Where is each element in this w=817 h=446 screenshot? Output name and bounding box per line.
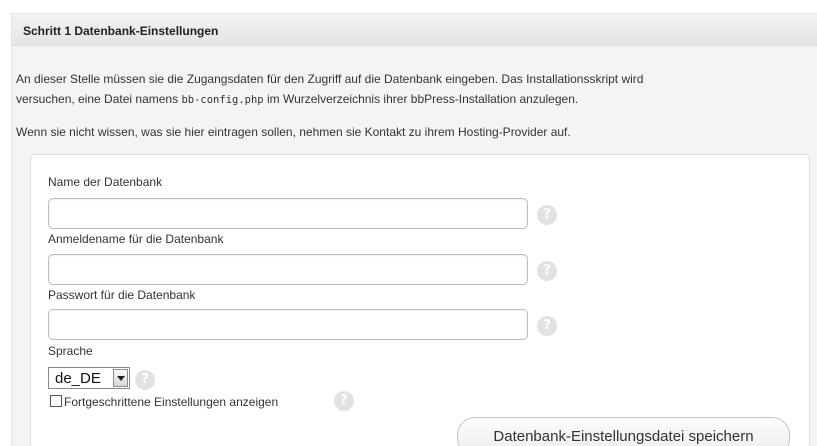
db-password-input[interactable] <box>48 309 528 340</box>
language-select[interactable]: de_DE <box>48 367 130 389</box>
help-icon[interactable]: ? <box>537 205 557 225</box>
intro-paragraph-2: Wenn sie nicht wissen, was sie hier eint… <box>16 125 571 139</box>
db-password-label: Passwort für die Datenbank <box>48 288 196 302</box>
help-icon[interactable]: ? <box>537 261 557 281</box>
db-name-input[interactable] <box>48 198 528 229</box>
help-icon[interactable]: ? <box>537 316 557 336</box>
db-user-input[interactable] <box>48 254 528 285</box>
panel-title: Schritt 1 Datenbank-Einstellungen <box>23 24 219 38</box>
save-config-button[interactable]: Datenbank-Einstellungsdatei speichern <box>457 417 790 446</box>
db-user-label: Anmeldename für die Datenbank <box>48 232 224 246</box>
intro-line-2-start: versuchen, eine Datei namens <box>16 92 182 106</box>
config-filename: bb-config.php <box>181 94 264 106</box>
intro-line-1: An dieser Stelle müssen sie die Zugangsd… <box>16 72 644 86</box>
db-name-label: Name der Datenbank <box>48 175 163 189</box>
intro-text: An dieser Stelle müssen sie die Zugangsd… <box>16 69 796 110</box>
advanced-settings-checkbox[interactable] <box>50 395 62 407</box>
intro-line-2-end: im Wurzelverzeichnis ihrer bbPress-Insta… <box>263 92 579 106</box>
advanced-settings-label[interactable]: Fortgeschrittene Einstellungen anzeigen <box>64 395 278 409</box>
panel-header: Schritt 1 Datenbank-Einstellungen <box>12 14 817 46</box>
language-selected-value: de_DE <box>55 370 101 387</box>
chevron-down-icon[interactable] <box>113 369 128 387</box>
language-label: Sprache <box>48 344 93 358</box>
help-icon[interactable]: ? <box>334 391 354 411</box>
help-icon[interactable]: ? <box>135 370 155 390</box>
intro-line-2: versuchen, eine Datei namens bb-config.p… <box>16 89 796 110</box>
